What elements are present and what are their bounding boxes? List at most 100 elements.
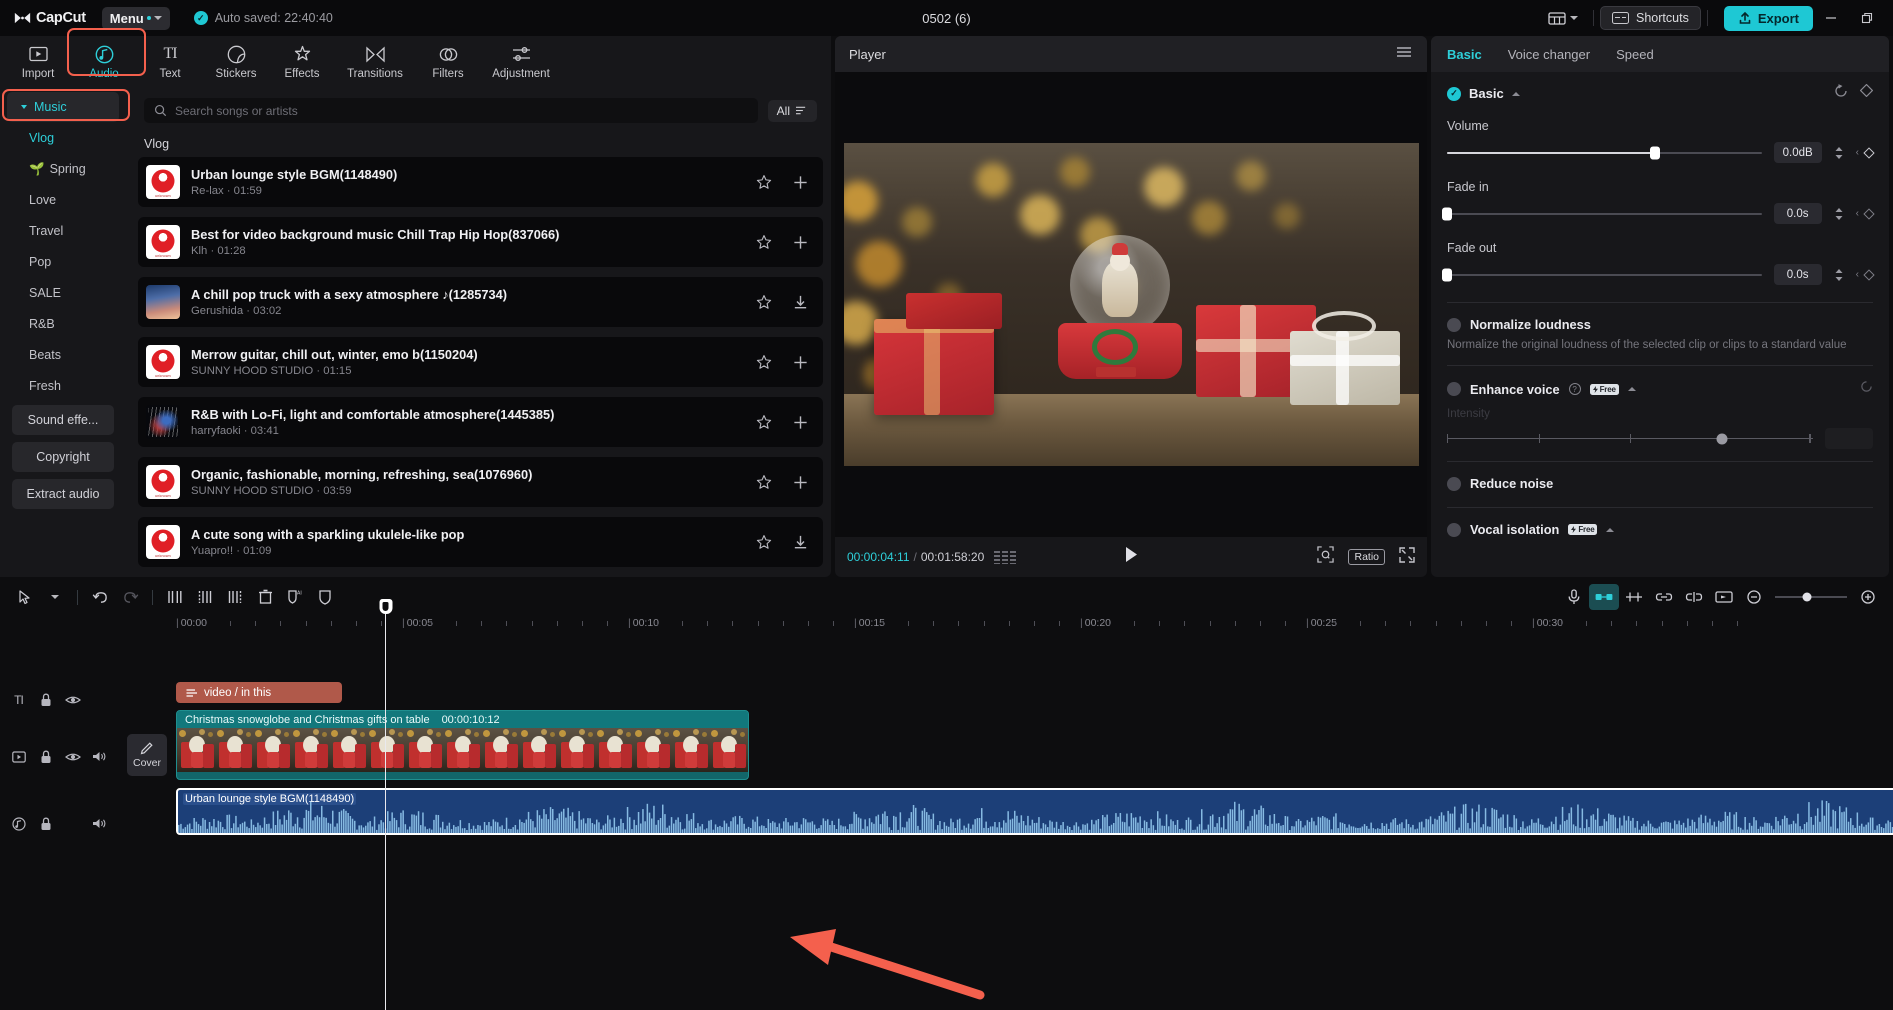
help-icon[interactable]: ? xyxy=(1569,383,1581,395)
split-button[interactable] xyxy=(160,584,190,610)
favorite-star-icon[interactable] xyxy=(755,533,773,551)
timeline-zoom-slider[interactable] xyxy=(1775,596,1847,598)
category-item-love[interactable]: Love xyxy=(7,185,119,215)
favorite-star-icon[interactable] xyxy=(755,413,773,431)
add-icon[interactable] xyxy=(791,413,809,431)
fade-in-track[interactable] xyxy=(1447,213,1762,215)
category-item-extract-audio[interactable]: Extract audio xyxy=(12,479,114,509)
speaker-icon[interactable] xyxy=(91,815,108,832)
playhead[interactable] xyxy=(385,613,386,1010)
category-item-travel[interactable]: Travel xyxy=(7,216,119,246)
shortcuts-button[interactable]: Shortcuts xyxy=(1600,6,1701,30)
intensity-knob[interactable] xyxy=(1716,433,1727,444)
minimize-button[interactable] xyxy=(1813,0,1849,36)
tab-filters[interactable]: Filters xyxy=(416,39,480,85)
category-item-vlog[interactable]: Vlog xyxy=(7,123,119,153)
zoom-track[interactable] xyxy=(1775,596,1847,598)
song-row[interactable]: R&B with Lo-Fi, light and comfortable at… xyxy=(138,397,823,447)
fade-out-stepper[interactable] xyxy=(1834,268,1844,282)
zoom-fit-button[interactable] xyxy=(1317,546,1334,568)
volume-slider-row[interactable]: 0.0dB ‹ xyxy=(1447,142,1873,163)
layout-button[interactable] xyxy=(1539,6,1587,31)
keyframe-diamond-icon[interactable] xyxy=(1863,208,1874,219)
auto-captions-button[interactable] xyxy=(1589,584,1619,610)
tab-audio[interactable]: Audio xyxy=(72,39,136,85)
song-row[interactable]: unknownMerrow guitar, chill out, winter,… xyxy=(138,337,823,387)
song-row[interactable]: unknownUrban lounge style BGM(1148490)Re… xyxy=(138,157,823,207)
category-item-sound-effe[interactable]: Sound effe... xyxy=(12,405,114,435)
intensity-slider-row[interactable] xyxy=(1447,428,1873,449)
zoom-knob[interactable] xyxy=(1803,593,1812,602)
category-item-fresh[interactable]: Fresh xyxy=(7,371,119,401)
fade-in-knob[interactable] xyxy=(1442,207,1452,220)
favorite-star-icon[interactable] xyxy=(755,353,773,371)
link-button[interactable] xyxy=(1649,584,1679,610)
reset-button[interactable] xyxy=(1834,84,1848,103)
chevron-up-icon[interactable] xyxy=(1628,387,1636,391)
add-icon[interactable] xyxy=(791,233,809,251)
timeline-clip-video[interactable]: Christmas snowglobe and Christmas gifts … xyxy=(176,710,749,780)
fade-in-keyframe-group[interactable]: ‹ xyxy=(1856,208,1873,219)
zoom-out-button[interactable] xyxy=(1739,584,1769,610)
play-button[interactable] xyxy=(1123,546,1139,568)
category-item-spring[interactable]: 🌱Spring xyxy=(7,154,119,184)
trim-left-button[interactable] xyxy=(190,584,220,610)
delete-button[interactable] xyxy=(250,584,280,610)
fade-out-knob[interactable] xyxy=(1442,268,1452,281)
speaker-icon[interactable] xyxy=(91,748,108,765)
lock-icon[interactable] xyxy=(37,815,54,832)
download-icon[interactable] xyxy=(791,533,809,551)
fullscreen-button[interactable] xyxy=(1399,547,1415,568)
tab-import[interactable]: Import xyxy=(6,39,70,85)
lock-icon[interactable] xyxy=(37,748,54,765)
tab-transitions[interactable]: Transitions xyxy=(336,39,414,85)
record-voiceover-button[interactable] xyxy=(1559,584,1589,610)
adsorption-button[interactable] xyxy=(1619,584,1649,610)
tab-text[interactable]: TIText xyxy=(138,39,202,85)
fade-out-track[interactable] xyxy=(1447,274,1762,276)
vocal-isolation-toggle[interactable] xyxy=(1447,523,1461,537)
tab-effects[interactable]: Effects xyxy=(270,39,334,85)
tab-adjustment[interactable]: Adjustment xyxy=(482,39,560,85)
undo-button[interactable] xyxy=(85,584,115,610)
song-row[interactable]: unknownA cute song with a sparkling ukul… xyxy=(138,517,823,567)
player-stage[interactable] xyxy=(835,72,1427,537)
favorite-star-icon[interactable] xyxy=(755,233,773,251)
playhead-handle[interactable] xyxy=(379,599,392,614)
add-icon[interactable] xyxy=(791,353,809,371)
category-header-music[interactable]: Music xyxy=(7,92,119,122)
song-row[interactable]: A chill pop truck with a sexy atmosphere… xyxy=(138,277,823,327)
properties-tab-voice-changer[interactable]: Voice changer xyxy=(1508,47,1590,62)
song-row[interactable]: unknownBest for video background music C… xyxy=(138,217,823,267)
player-menu-button[interactable] xyxy=(1395,45,1413,64)
properties-tab-speed[interactable]: Speed xyxy=(1616,47,1654,62)
vocal-isolation-row[interactable]: Vocal isolation Free xyxy=(1447,522,1873,537)
chevron-up-icon[interactable] xyxy=(1512,92,1520,96)
export-button[interactable]: Export xyxy=(1724,6,1813,31)
tab-stickers[interactable]: Stickers xyxy=(204,39,268,85)
preview-render-button[interactable] xyxy=(1709,584,1739,610)
volume-stepper[interactable] xyxy=(1834,146,1844,160)
mask-button[interactable] xyxy=(310,584,340,610)
normalize-loudness-row[interactable]: Normalize loudness xyxy=(1447,317,1873,332)
fade-out-value[interactable]: 0.0s xyxy=(1774,264,1822,285)
keyframe-diamond-icon[interactable] xyxy=(1863,147,1874,158)
lock-icon[interactable] xyxy=(37,691,54,708)
category-item-beats[interactable]: Beats xyxy=(7,340,119,370)
eye-visible-icon[interactable] xyxy=(64,691,81,708)
chevron-up-icon[interactable] xyxy=(1606,528,1614,532)
fade-in-stepper[interactable] xyxy=(1834,207,1844,221)
enhance-voice-reset-button[interactable] xyxy=(1860,380,1873,398)
category-item-r-b[interactable]: R&B xyxy=(7,309,119,339)
add-icon[interactable] xyxy=(791,473,809,491)
fade-in-slider-row[interactable]: 0.0s ‹ xyxy=(1447,203,1873,224)
fade-out-slider-row[interactable]: 0.0s ‹ xyxy=(1447,264,1873,285)
category-item-copyright[interactable]: Copyright xyxy=(12,442,114,472)
song-row[interactable]: unknownOrganic, fashionable, morning, re… xyxy=(138,457,823,507)
timeline-ruler[interactable]: 00:0000:0500:1000:1500:2000:2500:30 xyxy=(0,613,1893,635)
ratio-button[interactable]: Ratio xyxy=(1348,549,1385,565)
redo-button[interactable] xyxy=(115,584,145,610)
filter-button[interactable]: All xyxy=(768,100,817,122)
fade-in-value[interactable]: 0.0s xyxy=(1774,203,1822,224)
download-icon[interactable] xyxy=(791,293,809,311)
